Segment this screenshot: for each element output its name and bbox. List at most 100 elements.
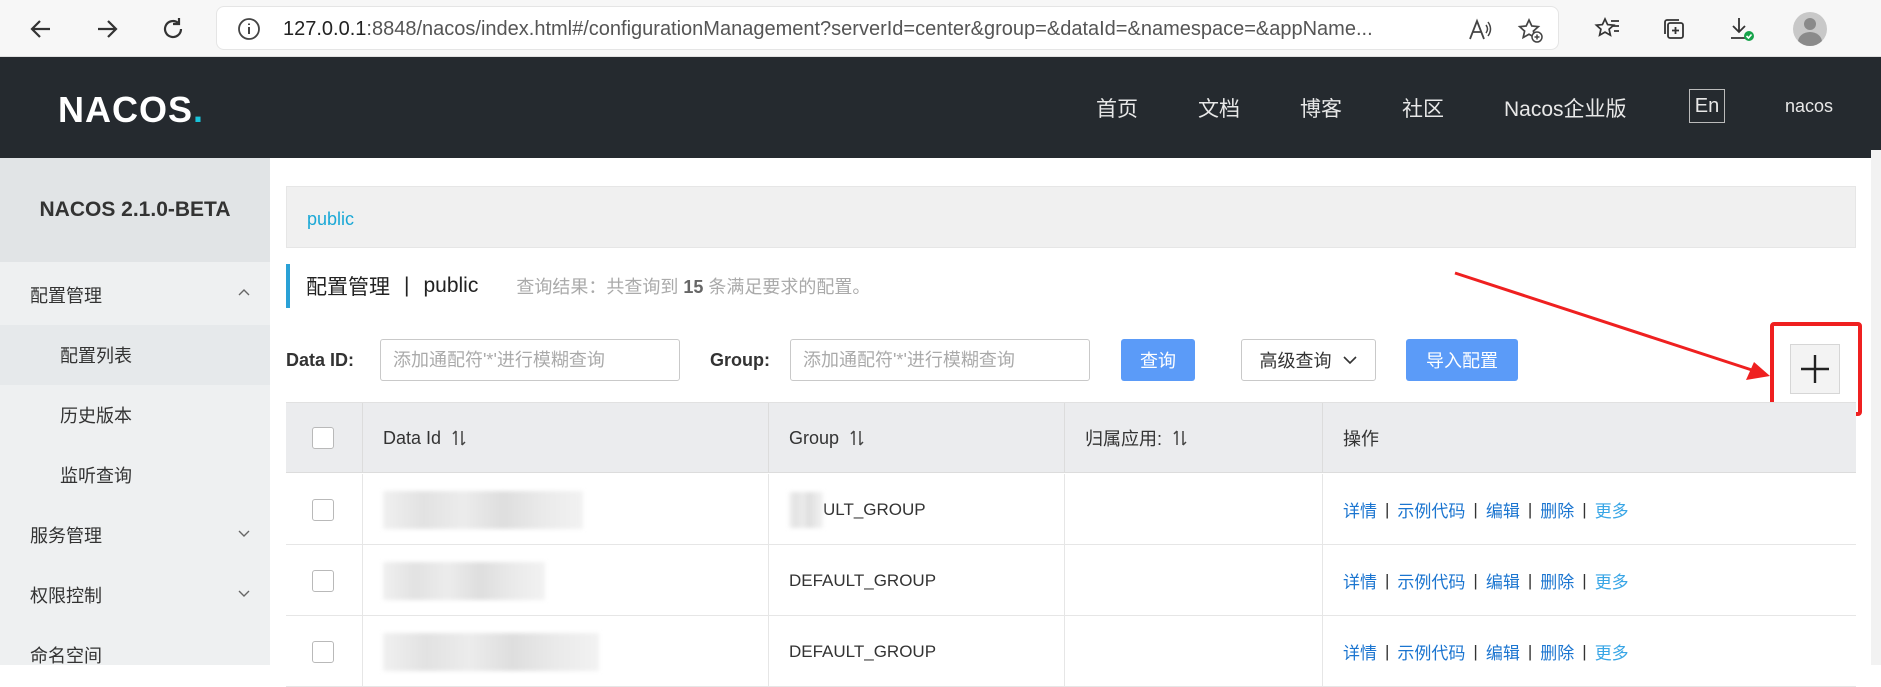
namespace-bar: public	[286, 186, 1856, 248]
sidebar-item-listener-query[interactable]: 监听查询	[0, 445, 270, 505]
sidebar-item-label: 命名空间	[30, 646, 102, 666]
column-label: 操作	[1343, 429, 1379, 449]
dataid-input[interactable]	[380, 339, 680, 381]
chevron-down-icon	[1342, 356, 1357, 365]
column-label: Group	[789, 427, 840, 448]
sidebar-item-config-list[interactable]: 配置列表	[0, 325, 270, 385]
delete-link[interactable]: 删除	[1540, 639, 1574, 664]
back-icon[interactable]	[24, 12, 58, 46]
app-cell	[1064, 616, 1322, 687]
operations-cell: 详情 | 示例代码 | 编辑 | 删除 | 更多	[1322, 474, 1856, 545]
downloads-icon[interactable]	[1724, 12, 1758, 46]
more-link[interactable]: 更多	[1595, 639, 1629, 664]
row-checkbox[interactable]	[312, 640, 334, 663]
info-icon[interactable]	[237, 17, 261, 41]
user-name[interactable]: nacos	[1785, 96, 1833, 117]
page-title-namespace: public	[423, 274, 479, 297]
sample-code-link[interactable]: 示例代码	[1397, 497, 1465, 522]
sample-code-link[interactable]: 示例代码	[1397, 568, 1465, 593]
redacted-data-id	[383, 561, 545, 600]
title-separator: |	[404, 274, 410, 297]
sidebar-item-history[interactable]: 历史版本	[0, 385, 270, 445]
app-cell	[1064, 545, 1322, 616]
sidebar-item-label: 配置列表	[60, 346, 132, 366]
query-summary: 查询结果：共查询到 15 条满足要求的配置。	[516, 277, 871, 297]
add-favorite-icon[interactable]	[1517, 17, 1543, 43]
column-data-id[interactable]: Data Id	[362, 403, 768, 473]
add-config-button[interactable]	[1790, 344, 1840, 394]
nav-home[interactable]: 首页	[1096, 93, 1138, 123]
config-table: Data Id Group 归属应用: 操作 ULT_GROUP 详情 | 示例…	[286, 402, 1856, 687]
detail-link[interactable]: 详情	[1343, 497, 1377, 522]
data-id-cell	[362, 616, 768, 687]
sidebar-item-label: 监听查询	[60, 466, 132, 486]
data-id-cell	[362, 545, 768, 616]
sidebar-item-label: 权限控制	[30, 586, 102, 606]
app-cell	[1064, 474, 1322, 545]
operations-cell: 详情 | 示例代码 | 编辑 | 删除 | 更多	[1322, 545, 1856, 616]
data-id-cell	[362, 474, 768, 545]
page-scrollbar[interactable]	[1871, 150, 1881, 665]
delete-link[interactable]: 删除	[1540, 497, 1574, 522]
sort-icon[interactable]	[451, 429, 467, 447]
advanced-query-label: 高级查询	[1259, 351, 1332, 371]
detail-link[interactable]: 详情	[1343, 568, 1377, 593]
language-switch-button[interactable]: En	[1689, 89, 1725, 123]
chevron-up-icon	[238, 289, 250, 296]
url-text[interactable]: 127.0.0.1:8848/nacos/index.html#/configu…	[283, 18, 1403, 41]
column-app[interactable]: 归属应用:	[1064, 403, 1322, 473]
version-label: NACOS 2.1.0-BETA	[0, 158, 270, 262]
group-cell: DEFAULT_GROUP	[768, 616, 1064, 687]
more-link[interactable]: 更多	[1595, 497, 1629, 522]
collections-icon[interactable]	[1657, 12, 1691, 46]
sidebar-item-service-management[interactable]: 服务管理	[0, 505, 270, 565]
table-row: ULT_GROUP 详情 | 示例代码 | 编辑 | 删除 | 更多	[286, 474, 1856, 545]
column-group[interactable]: Group	[768, 403, 1064, 473]
detail-link[interactable]: 详情	[1343, 639, 1377, 664]
sidebar-item-config-management[interactable]: 配置管理	[0, 265, 270, 325]
sidebar-item-access-control[interactable]: 权限控制	[0, 565, 270, 625]
row-checkbox[interactable]	[312, 569, 334, 592]
group-value: DEFAULT_GROUP	[789, 570, 937, 590]
forward-icon[interactable]	[90, 12, 124, 46]
namespace-public-link[interactable]: public	[307, 209, 354, 230]
group-cell: ULT_GROUP	[768, 474, 1064, 545]
group-cell: DEFAULT_GROUP	[768, 545, 1064, 616]
read-aloud-icon[interactable]	[1467, 17, 1493, 43]
nav-community[interactable]: 社区	[1402, 93, 1444, 123]
group-label: Group:	[710, 350, 770, 370]
select-all-checkbox[interactable]	[312, 427, 334, 449]
nav-enterprise[interactable]: Nacos企业版	[1504, 93, 1627, 123]
sample-code-link[interactable]: 示例代码	[1397, 639, 1465, 664]
page-title: 配置管理 | public 查询结果：共查询到 15 条满足要求的配置。	[286, 264, 870, 308]
plus-icon	[1801, 355, 1829, 383]
app-header: NACOS. 首页 文档 博客 社区 Nacos企业版 En nacos	[0, 57, 1881, 158]
edit-link[interactable]: 编辑	[1486, 639, 1520, 664]
table-row: DEFAULT_GROUP 详情 | 示例代码 | 编辑 | 删除 | 更多	[286, 545, 1856, 616]
edit-link[interactable]: 编辑	[1486, 568, 1520, 593]
edit-link[interactable]: 编辑	[1486, 497, 1520, 522]
favorites-icon[interactable]	[1590, 12, 1624, 46]
row-checkbox[interactable]	[312, 498, 334, 521]
sidebar-item-namespace[interactable]: 命名空间	[0, 625, 270, 685]
query-button[interactable]: 查询	[1121, 339, 1195, 381]
delete-link[interactable]: 删除	[1540, 568, 1574, 593]
more-link[interactable]: 更多	[1595, 568, 1629, 593]
advanced-query-dropdown[interactable]: 高级查询	[1241, 339, 1376, 381]
sort-icon[interactable]	[1172, 429, 1188, 447]
nav-docs[interactable]: 文档	[1198, 93, 1240, 123]
nav-blog[interactable]: 博客	[1300, 93, 1342, 123]
column-operations: 操作	[1322, 403, 1856, 473]
group-input[interactable]	[790, 339, 1090, 381]
sort-icon[interactable]	[849, 429, 865, 447]
address-bar[interactable]: 127.0.0.1:8848/nacos/index.html#/configu…	[216, 6, 1559, 50]
operations-cell: 详情 | 示例代码 | 编辑 | 删除 | 更多	[1322, 616, 1856, 687]
annotation-arrow	[1454, 271, 1770, 380]
refresh-icon[interactable]	[156, 12, 190, 46]
sidebar: NACOS 2.1.0-BETA 配置管理 配置列表 历史版本 监听查询 服务管…	[0, 158, 270, 666]
profile-avatar[interactable]	[1793, 12, 1827, 46]
chevron-down-icon	[238, 590, 250, 597]
table-row: DEFAULT_GROUP 详情 | 示例代码 | 编辑 | 删除 | 更多	[286, 616, 1856, 687]
nacos-logo[interactable]: NACOS.	[58, 89, 204, 131]
page-title-text: 配置管理	[306, 276, 390, 299]
